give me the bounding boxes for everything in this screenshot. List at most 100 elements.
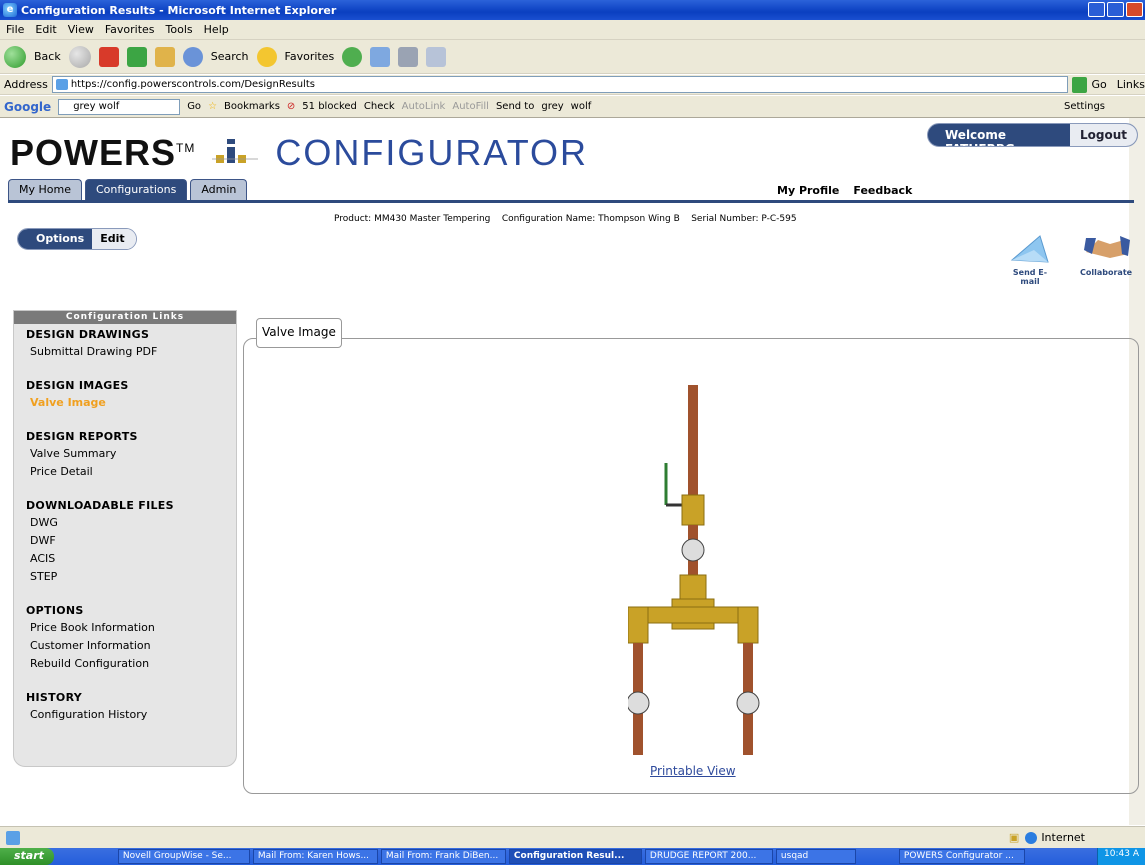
brand-configurator: CONFIGURATOR (275, 132, 589, 173)
go-arrow-icon[interactable] (1071, 76, 1088, 93)
menu-help[interactable]: Help (204, 23, 229, 36)
mail-icon[interactable] (370, 46, 391, 67)
link-price-detail[interactable]: Price Detail (30, 465, 236, 479)
link-acis[interactable]: ACIS (30, 552, 236, 566)
envelope-icon (1010, 235, 1049, 263)
close-button[interactable] (1126, 2, 1143, 17)
task-groupwise[interactable]: Novell GroupWise - Se... (117, 849, 250, 864)
link-valve-summary[interactable]: Valve Summary (30, 447, 236, 461)
logout-button[interactable]: Logout (1069, 124, 1137, 146)
refresh-icon[interactable] (126, 46, 147, 67)
search-grey-button[interactable]: grey (541, 101, 563, 112)
options-button[interactable]: Options (18, 229, 93, 249)
google-search-input[interactable]: grey wolf (58, 98, 181, 115)
links-button[interactable]: Links (1117, 78, 1145, 91)
popup-blocked-icon: ⊘ (286, 101, 296, 112)
forward-arrow-icon[interactable] (68, 45, 91, 68)
logo-mark-icon (212, 137, 259, 173)
link-rebuild-configuration[interactable]: Rebuild Configuration (30, 657, 236, 671)
edit-button[interactable]: Edit (92, 229, 136, 249)
minimize-button[interactable] (1088, 2, 1105, 17)
sidebar-header: Configuration Links (14, 311, 236, 324)
window-controls (1088, 2, 1143, 17)
tab-my-home[interactable]: My Home (8, 179, 82, 201)
search-button-label[interactable]: Search (211, 50, 249, 63)
link-dwg[interactable]: DWG (30, 516, 236, 530)
history-icon[interactable] (342, 46, 363, 67)
task-mail-frank[interactable]: Mail From: Frank DiBen... (380, 849, 506, 864)
user-pill: Welcome FATHERBG Logout (927, 123, 1138, 147)
home-icon[interactable] (154, 46, 175, 67)
check-button[interactable]: Check (364, 101, 395, 112)
google-go-button[interactable]: Go (187, 101, 201, 112)
tab-underline (8, 200, 1134, 203)
print-icon[interactable] (398, 46, 419, 67)
link-valve-image[interactable]: Valve Image (30, 396, 236, 410)
tab-admin[interactable]: Admin (190, 179, 248, 201)
restore-button[interactable] (1107, 2, 1124, 17)
menu-view[interactable]: View (68, 23, 94, 36)
favorites-button-label[interactable]: Favorites (285, 50, 335, 63)
link-configuration-history[interactable]: Configuration History (30, 708, 236, 722)
tab-configurations[interactable]: Configurations (84, 179, 188, 201)
menu-edit[interactable]: Edit (35, 23, 56, 36)
task-configuration-results[interactable]: Configuration Resul... (508, 849, 642, 864)
feedback-link[interactable]: Feedback (853, 184, 912, 197)
task-mail-karen[interactable]: Mail From: Karen Hows... (252, 849, 378, 864)
search-wolf-button[interactable]: wolf (571, 101, 592, 112)
send-email-action[interactable]: Send E-mail (1010, 232, 1050, 286)
ie-icon: e (3, 3, 17, 17)
gauge-right-icon (736, 691, 760, 715)
word-icon[interactable] (426, 46, 447, 67)
brand-powers: POWERS (10, 132, 177, 173)
my-profile-link[interactable]: My Profile (777, 184, 839, 197)
window-titlebar: e Configuration Results - Microsoft Inte… (0, 0, 1145, 20)
start-button[interactable]: start (0, 848, 54, 865)
stop-icon[interactable] (98, 46, 119, 67)
go-button[interactable]: Go (1091, 78, 1106, 91)
gauge-top-icon (681, 538, 705, 562)
search-icon[interactable] (182, 46, 203, 67)
section-downloadable-files: DOWNLOADABLE FILES (26, 499, 174, 512)
blocked-count[interactable]: 51 blocked (302, 101, 357, 112)
section-history: HISTORY (26, 691, 83, 704)
section-design-images: DESIGN IMAGES (26, 379, 129, 392)
back-arrow-icon[interactable] (4, 45, 26, 68)
internet-zone-icon (1025, 831, 1038, 844)
link-dwf[interactable]: DWF (30, 534, 236, 548)
google-toolbar: Google grey wolf Go ☆ Bookmarks ⊘ 51 blo… (0, 96, 1145, 118)
task-drudge-report[interactable]: DRUDGE REPORT 200... (644, 849, 773, 864)
config-links-sidebar: Configuration Links DESIGN DRAWINGS Subm… (13, 310, 237, 767)
settings-button[interactable]: Settings (1064, 101, 1105, 112)
menu-favorites[interactable]: Favorites (105, 23, 155, 36)
window-title: Configuration Results - Microsoft Intern… (21, 3, 337, 17)
valve-image-panel (243, 338, 1139, 794)
autolink-button[interactable]: AutoLink (402, 101, 446, 112)
lock-icon: ▣ (1008, 831, 1020, 844)
task-usqad[interactable]: usqad (775, 849, 856, 864)
address-input[interactable]: https://config.powerscontrols.com/Design… (51, 76, 1068, 93)
options-edit-toggle: Options Edit (17, 228, 137, 250)
menu-tools[interactable]: Tools (166, 23, 193, 36)
internet-zone-label: Internet (1041, 831, 1085, 844)
link-customer-information[interactable]: Customer Information (30, 639, 236, 653)
printable-view-link[interactable]: Printable View (650, 764, 736, 778)
top-nav-links: My Profile Feedback (777, 184, 912, 197)
panel-tab-valve-image[interactable]: Valve Image (256, 318, 342, 348)
valve-assembly-image (628, 385, 760, 755)
star-icon: ☆ (208, 101, 218, 112)
autofill-button[interactable]: AutoFill (452, 101, 489, 112)
link-step[interactable]: STEP (30, 570, 236, 584)
system-tray-clock[interactable]: 10:43 A (1097, 848, 1145, 865)
menu-file[interactable]: File (6, 23, 24, 36)
back-button-label[interactable]: Back (34, 50, 61, 63)
link-submittal-drawing-pdf[interactable]: Submittal Drawing PDF (30, 345, 236, 359)
task-powers-configurator[interactable]: POWERS Configurator ... (898, 849, 1025, 864)
link-price-book-information[interactable]: Price Book Information (30, 621, 236, 635)
collaborate-action[interactable]: Collaborate (1080, 232, 1132, 277)
sendto-button[interactable]: Send to (496, 101, 534, 112)
favorites-star-icon[interactable] (256, 46, 277, 67)
product-info-line: Product: MM430 Master Tempering Configur… (334, 214, 797, 224)
powers-configurator-logo: POWERSTM CONFIGURATOR (10, 132, 588, 174)
bookmarks-button[interactable]: Bookmarks (224, 101, 280, 112)
